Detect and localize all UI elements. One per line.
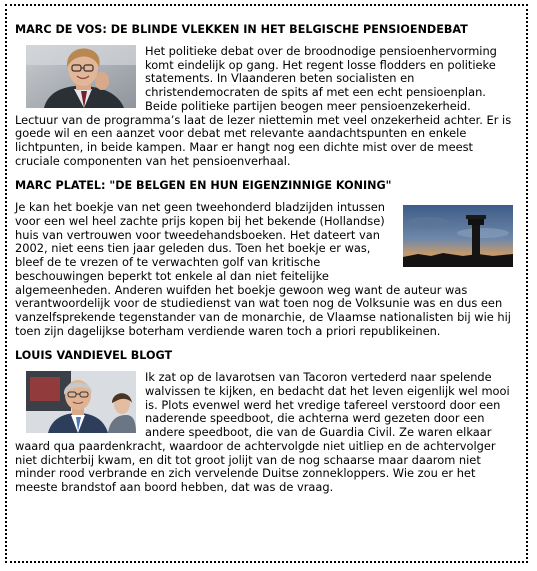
article-marc-platel: MARC PLATEL: "DE BELGEN EN HUN EIGENZINN… (15, 178, 515, 338)
article-louis-vandievel: LOUIS VANDIEVEL BLOGT Ik zat op de lavar… (15, 348, 515, 494)
water-tower-sunset-icon[interactable] (403, 205, 513, 268)
article-headline[interactable]: LOUIS VANDIEVEL BLOGT (15, 348, 515, 363)
newsletter-content: MARC DE VOS: DE BLINDE VLEKKEN IN HET BE… (15, 22, 515, 495)
portrait-man-glasses-icon[interactable] (26, 45, 136, 108)
article-marc-de-vos: MARC DE VOS: DE BLINDE VLEKKEN IN HET BE… (15, 22, 515, 168)
article-headline[interactable]: MARC PLATEL: "DE BELGEN EN HUN EIGENZINN… (15, 178, 515, 193)
article-headline[interactable]: MARC DE VOS: DE BLINDE VLEKKEN IN HET BE… (15, 22, 515, 37)
portrait-man-tv-studio-icon[interactable] (26, 371, 136, 434)
